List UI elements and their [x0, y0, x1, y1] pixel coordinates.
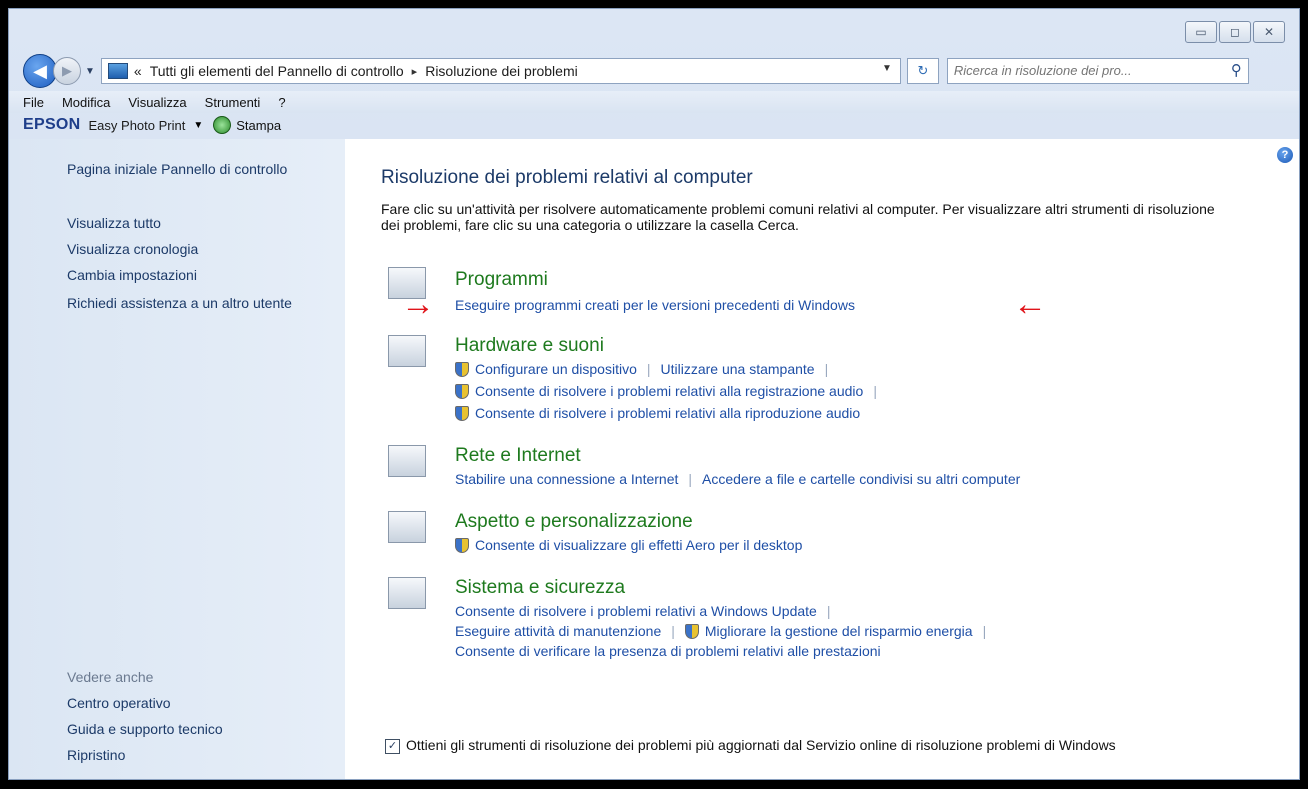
print-icon[interactable] [213, 116, 232, 134]
link-aero-effects[interactable]: Consente di visualizzare gli effetti Aer… [475, 537, 802, 553]
window-controls: ▭ ◻ ✕ [1185, 21, 1285, 43]
maximize-button[interactable]: ◻ [1219, 21, 1251, 43]
link-divider: | [873, 383, 877, 399]
sidebar-item-home[interactable]: Pagina iniziale Pannello di controllo [67, 161, 307, 178]
stampa-button[interactable]: Stampa [236, 118, 281, 133]
address-prefix[interactable]: « [134, 63, 142, 79]
sidebar-item-remote-help[interactable]: Richiedi assistenza a un altro utente [67, 295, 307, 312]
menu-help[interactable]: ? [278, 95, 285, 110]
menu-file[interactable]: File [23, 95, 44, 110]
sidebar-item-settings[interactable]: Cambia impostazioni [67, 267, 307, 284]
link-configure-device[interactable]: Configurare un dispositivo [475, 361, 637, 377]
menu-strumenti[interactable]: Strumenti [205, 95, 261, 110]
menu-visualizza[interactable]: Visualizza [128, 95, 186, 110]
hardware-links-row1: Configurare un dispositivo | Utilizzare … [455, 361, 838, 377]
sidebar-item-history[interactable]: Visualizza cronologia [67, 241, 307, 258]
link-windows-update[interactable]: Consente di risolvere i problemi relativ… [455, 603, 817, 619]
control-panel-window: ▭ ◻ ✕ ◀ ▶ ▼ « Tutti gli elementi del Pan… [8, 8, 1300, 780]
link-audio-playback[interactable]: Consente di risolvere i problemi relativ… [475, 405, 860, 421]
system-security-icon[interactable] [388, 577, 426, 609]
refresh-button[interactable]: ↻ [906, 58, 939, 84]
link-maintenance[interactable]: Eseguire attività di manutenzione [455, 623, 661, 639]
sidebar: Pagina iniziale Pannello di controllo Vi… [9, 139, 345, 779]
hardware-links-row2: Consente di risolvere i problemi relativ… [455, 383, 887, 399]
link-divider: | [671, 623, 675, 639]
right-arrow-icon: → [401, 285, 435, 323]
appearance-icon[interactable] [388, 511, 426, 543]
see-also-heading: Vedere anche [67, 669, 154, 685]
shield-icon [455, 361, 469, 377]
breadcrumb-separator-icon[interactable]: ▸ [412, 65, 418, 78]
programs-links: Eseguire programmi creati per le version… [455, 297, 855, 313]
link-audio-recording[interactable]: Consente di risolvere i problemi relativ… [475, 383, 863, 399]
link-performance[interactable]: Consente di verificare la presenza di pr… [455, 643, 881, 659]
system-links-row3: Consente di verificare la presenza di pr… [455, 643, 881, 659]
back-button[interactable]: ◀ [23, 54, 57, 88]
left-arrow-icon: ← [1013, 285, 1047, 323]
sidebar-item-view-all[interactable]: Visualizza tutto [67, 215, 307, 232]
category-appearance[interactable]: Aspetto e personalizzazione [455, 511, 693, 533]
network-icon[interactable] [388, 445, 426, 477]
easy-photo-print-button[interactable]: Easy Photo Print [89, 118, 186, 133]
forward-button[interactable]: ▶ [53, 57, 81, 85]
link-divider: | [824, 361, 829, 377]
system-links-row2: Eseguire attività di manutenzione | Migl… [455, 623, 996, 639]
address-bar[interactable]: « Tutti gli elementi del Pannello di con… [100, 58, 901, 84]
navigation-row: ◀ ▶ ▼ « Tutti gli elementi del Pannello … [23, 53, 1287, 89]
network-links: Stabilire una connessione a Internet | A… [455, 471, 1020, 487]
epson-toolbar: EPSON Easy Photo Print ▼ Stampa [9, 113, 1299, 137]
link-divider: | [646, 361, 651, 377]
link-internet-connection[interactable]: Stabilire una connessione a Internet [455, 471, 678, 487]
online-troubleshooting-checkbox[interactable]: ✓ [385, 739, 400, 754]
category-system-security[interactable]: Sistema e sicurezza [455, 577, 625, 599]
link-divider: | [982, 623, 987, 639]
see-also-help-support[interactable]: Guida e supporto tecnico [67, 721, 307, 738]
main-content: ? Risoluzione dei problemi relativi al c… [345, 139, 1299, 779]
category-hardware[interactable]: Hardware e suoni [455, 335, 604, 357]
chevron-down-icon[interactable]: ▼ [193, 120, 203, 131]
appearance-links: Consente di visualizzare gli effetti Aer… [455, 537, 802, 553]
close-button[interactable]: ✕ [1253, 21, 1285, 43]
minimize-button[interactable]: ▭ [1185, 21, 1217, 43]
menu-bar: File Modifica Visualizza Strumenti ? [9, 91, 1299, 113]
category-programs[interactable]: Programmi [455, 269, 548, 291]
online-troubleshooting-option: ✓ Ottieni gli strumenti di risoluzione d… [385, 737, 1226, 754]
link-use-printer[interactable]: Utilizzare una stampante [661, 361, 815, 377]
see-also-action-center[interactable]: Centro operativo [67, 695, 307, 712]
shield-icon [455, 537, 469, 553]
category-network[interactable]: Rete e Internet [455, 445, 581, 467]
breadcrumb-troubleshooting[interactable]: Risoluzione dei problemi [425, 63, 578, 79]
search-box[interactable]: ⚲ [946, 58, 1249, 84]
link-run-old-programs[interactable]: Eseguire programmi creati per le version… [455, 297, 855, 313]
epson-logo: EPSON [23, 116, 81, 133]
hardware-icon[interactable] [388, 335, 426, 367]
control-panel-icon [107, 63, 128, 79]
link-shared-folders[interactable]: Accedere a file e cartelle condivisi su … [702, 471, 1020, 487]
online-troubleshooting-label[interactable]: Ottieni gli strumenti di risoluzione dei… [406, 737, 1226, 754]
screenshot-frame: ▭ ◻ ✕ ◀ ▶ ▼ « Tutti gli elementi del Pan… [0, 0, 1308, 789]
page-title: Risoluzione dei problemi relativi al com… [381, 167, 753, 188]
page-intro: Fare clic su un'attività per risolvere a… [381, 201, 1215, 233]
see-also-restore[interactable]: Ripristino [67, 747, 307, 764]
recent-pages-icon[interactable]: ▼ [85, 66, 95, 77]
link-power-management[interactable]: Migliorare la gestione del risparmio ene… [705, 623, 973, 639]
address-dropdown-icon[interactable]: ▼ [882, 63, 892, 74]
shield-icon [684, 623, 699, 639]
breadcrumb-control-panel[interactable]: Tutti gli elementi del Pannello di contr… [150, 63, 404, 79]
menu-modifica[interactable]: Modifica [62, 95, 110, 110]
link-divider: | [826, 603, 831, 619]
hardware-links-row3: Consente di risolvere i problemi relativ… [455, 405, 860, 421]
system-links-row1: Consente di risolvere i problemi relativ… [455, 603, 840, 619]
shield-icon [455, 405, 469, 421]
search-icon[interactable]: ⚲ [1231, 61, 1242, 79]
link-divider: | [688, 471, 693, 487]
search-input[interactable] [947, 59, 1220, 81]
help-icon[interactable]: ? [1277, 147, 1293, 163]
shield-icon [455, 383, 469, 399]
